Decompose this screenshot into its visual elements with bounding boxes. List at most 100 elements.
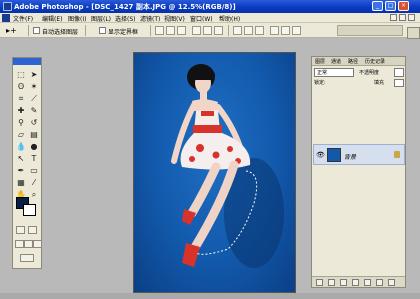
crop-tool-icon[interactable]: ⌗ bbox=[15, 93, 27, 104]
menu-window[interactable]: 窗口(W) bbox=[190, 14, 213, 23]
shape-tool-icon[interactable]: ▭ bbox=[28, 165, 40, 176]
path-selection-tool-icon[interactable]: ↖ bbox=[15, 153, 27, 164]
trash-icon[interactable] bbox=[388, 279, 395, 286]
toolbox: ⬚ ➤ ʘ ✶ ⌗ ⟋ ✚ ✎ ⚲ ↺ ▱ ▤ 💧 ● ↖ T ✒ ▭ ▦ ⁄ … bbox=[12, 57, 42, 269]
divider bbox=[228, 25, 229, 36]
fill-label: 填充 bbox=[374, 80, 385, 86]
eyedropper-tool-icon[interactable]: ⁄ bbox=[28, 177, 40, 188]
standard-mode-button[interactable] bbox=[16, 226, 25, 234]
eraser-tool-icon[interactable]: ▱ bbox=[15, 129, 27, 140]
background-color-swatch[interactable] bbox=[23, 204, 36, 216]
menu-file[interactable]: 文件(F) bbox=[13, 14, 33, 23]
pen-tool-icon[interactable]: ✒ bbox=[15, 165, 27, 176]
palette-well[interactable] bbox=[337, 25, 403, 36]
doc-close-button[interactable] bbox=[408, 14, 415, 21]
align-bottom-button[interactable] bbox=[177, 26, 186, 35]
menu-edit[interactable]: 编辑(E) bbox=[42, 14, 62, 23]
screen-mode-full-button[interactable] bbox=[33, 240, 42, 248]
new-layer-icon[interactable] bbox=[376, 279, 383, 286]
close-button[interactable]: × bbox=[398, 1, 409, 11]
zoom-tool-icon[interactable]: ⌕ bbox=[28, 189, 40, 200]
menu-filter[interactable]: 滤镜(T) bbox=[140, 14, 160, 23]
layers-panel-footer bbox=[312, 276, 405, 287]
tab-channels[interactable]: 通道 bbox=[331, 58, 341, 65]
layer-row-background[interactable]: 👁 背景 bbox=[313, 144, 405, 165]
workspace-bottom-edge bbox=[0, 293, 420, 299]
align-center-button[interactable] bbox=[203, 26, 212, 35]
menu-view[interactable]: 视图(V) bbox=[164, 14, 185, 23]
blur-tool-icon[interactable]: 💧 bbox=[15, 141, 27, 152]
blend-mode-select[interactable]: 正常 bbox=[314, 68, 354, 77]
lasso-tool-icon[interactable]: ʘ bbox=[15, 81, 27, 92]
type-tool-icon[interactable]: T bbox=[28, 153, 40, 164]
clone-stamp-tool-icon[interactable]: ⚲ bbox=[15, 117, 27, 128]
adjustment-layer-icon[interactable] bbox=[364, 279, 371, 286]
brush-tool-icon[interactable]: ✎ bbox=[28, 105, 40, 116]
add-mask-icon[interactable] bbox=[340, 279, 347, 286]
fill-field[interactable] bbox=[394, 79, 404, 87]
screen-mode-full-menu-button[interactable] bbox=[24, 240, 33, 248]
distribute-left-button[interactable] bbox=[270, 26, 279, 35]
visibility-eye-icon[interactable]: 👁 bbox=[316, 152, 325, 159]
distribute-bottom-button[interactable] bbox=[255, 26, 264, 35]
auto-select-layer-label: 自动选择图层 bbox=[42, 29, 79, 36]
tab-paths[interactable]: 路径 bbox=[348, 58, 358, 65]
dodge-tool-icon[interactable]: ● bbox=[28, 141, 40, 152]
divider bbox=[150, 25, 151, 36]
healing-brush-tool-icon[interactable]: ✚ bbox=[15, 105, 27, 116]
layer-thumbnail bbox=[327, 148, 341, 162]
show-bounding-box-checkbox[interactable] bbox=[99, 27, 106, 34]
menu-help[interactable]: 帮助(H) bbox=[219, 14, 240, 23]
move-tool-preset-icon[interactable]: ▸+ bbox=[6, 26, 22, 35]
layers-panel-tabs: 图层 通道 路径 历史记录 bbox=[312, 57, 405, 66]
align-left-button[interactable] bbox=[192, 26, 201, 35]
menu-layer[interactable]: 图层(L) bbox=[91, 14, 111, 23]
tab-history[interactable]: 历史记录 bbox=[365, 58, 385, 65]
document-icon bbox=[2, 14, 10, 22]
gradient-tool-icon[interactable]: ▤ bbox=[28, 129, 40, 140]
align-top-button[interactable] bbox=[155, 26, 164, 35]
layer-name: 背景 bbox=[344, 154, 357, 161]
divider bbox=[28, 25, 29, 36]
opacity-field[interactable] bbox=[394, 68, 404, 77]
distribute-top-button[interactable] bbox=[233, 26, 242, 35]
slice-tool-icon[interactable]: ⟋ bbox=[28, 93, 40, 104]
photoshop-logo-icon bbox=[3, 2, 12, 11]
lock-icon bbox=[394, 151, 400, 158]
tab-layers[interactable]: 图层 bbox=[315, 58, 325, 65]
magic-wand-tool-icon[interactable]: ✶ bbox=[28, 81, 40, 92]
minimize-button[interactable]: _ bbox=[372, 1, 383, 11]
navigator-palette-toggle[interactable] bbox=[407, 27, 420, 39]
doc-restore-button[interactable] bbox=[399, 14, 406, 21]
lock-row: 锁定: 填充 bbox=[314, 79, 403, 87]
distribute-center-button[interactable] bbox=[281, 26, 290, 35]
link-layers-icon[interactable] bbox=[316, 279, 323, 286]
marquee-tool-icon[interactable]: ⬚ bbox=[15, 69, 27, 80]
doc-minimize-button[interactable] bbox=[390, 14, 397, 21]
quick-mask-mode-button[interactable] bbox=[28, 226, 37, 234]
move-tool-icon[interactable]: ➤ bbox=[28, 69, 40, 80]
menu-select[interactable]: 选择(S) bbox=[115, 14, 136, 23]
window-title: Adobe Photoshop - [DSC_1427 副本.JPG @ 12.… bbox=[14, 3, 236, 11]
auto-select-layer-checkbox[interactable] bbox=[33, 27, 40, 34]
title-bar: Adobe Photoshop - [DSC_1427 副本.JPG @ 12.… bbox=[0, 0, 420, 13]
maximize-button[interactable]: □ bbox=[385, 1, 396, 11]
layer-style-icon[interactable] bbox=[328, 279, 335, 286]
notes-tool-icon[interactable]: ▦ bbox=[15, 177, 27, 188]
new-set-icon[interactable] bbox=[352, 279, 359, 286]
document-canvas[interactable] bbox=[133, 52, 296, 293]
history-brush-tool-icon[interactable]: ↺ bbox=[28, 117, 40, 128]
align-middle-button[interactable] bbox=[166, 26, 175, 35]
screen-mode-standard-button[interactable] bbox=[15, 240, 24, 248]
jump-to-imageready-button[interactable] bbox=[20, 254, 34, 262]
menu-image[interactable]: 图像(I) bbox=[68, 14, 86, 23]
toolbox-title-bar[interactable] bbox=[13, 58, 41, 65]
photo-woman-in-dress bbox=[171, 64, 284, 268]
show-bounding-box-label: 显示定界框 bbox=[108, 29, 139, 36]
distribute-right-button[interactable] bbox=[292, 26, 301, 35]
menu-bar: 文件(F) 编辑(E) 图像(I) 图层(L) 选择(S) 滤镜(T) 视图(V… bbox=[0, 13, 420, 23]
layers-panel: 图层 通道 路径 历史记录 正常 不透明度 锁定: 填充 👁 背景 bbox=[311, 56, 406, 288]
divider bbox=[85, 25, 86, 36]
align-right-button[interactable] bbox=[214, 26, 223, 35]
distribute-middle-button[interactable] bbox=[244, 26, 253, 35]
